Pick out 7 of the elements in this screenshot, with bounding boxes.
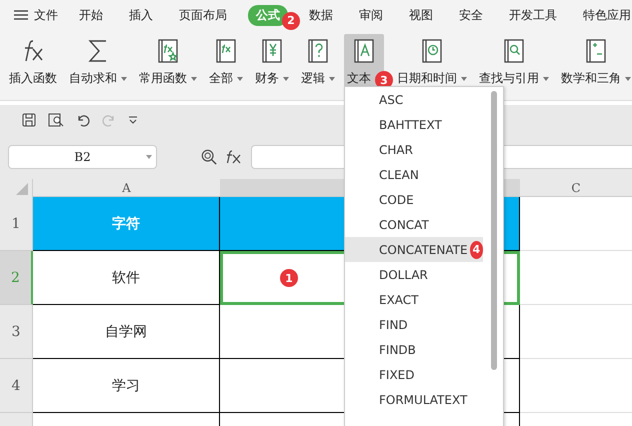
- table-cell: 自学网: [33, 305, 220, 359]
- step-badge: 2: [282, 12, 300, 30]
- table-cell: 字符: [33, 197, 220, 251]
- table-cell: 学习: [33, 359, 220, 413]
- step-badge: 1: [280, 269, 298, 287]
- table-cell: 软件: [33, 251, 220, 305]
- step-badge: 4: [470, 240, 483, 258]
